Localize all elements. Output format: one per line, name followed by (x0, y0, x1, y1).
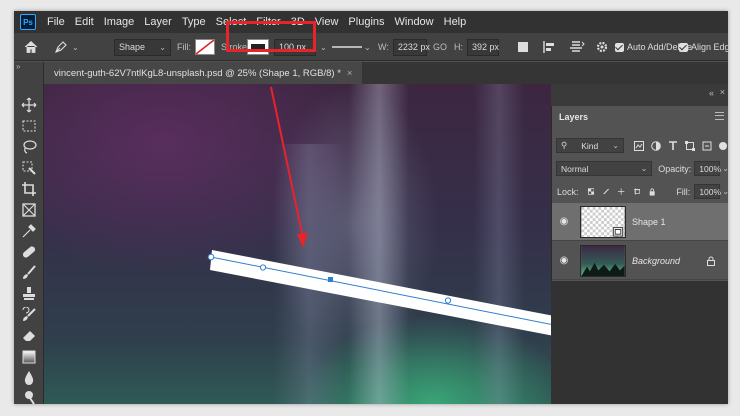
annotation-arrow (270, 86, 308, 248)
